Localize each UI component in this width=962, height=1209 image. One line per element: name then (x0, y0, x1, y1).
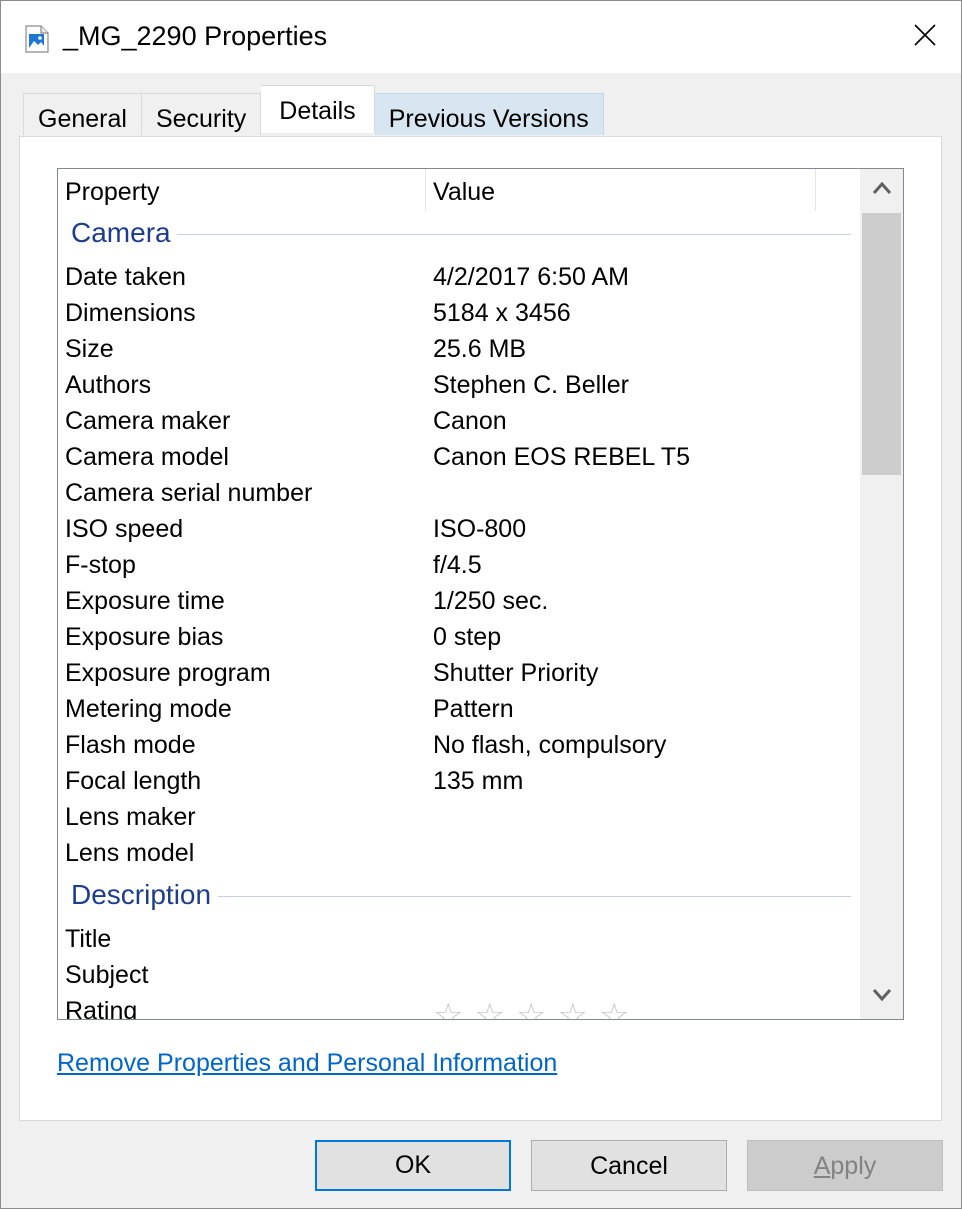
property-name: F-stop (65, 551, 136, 579)
scroll-down-button[interactable] (860, 976, 903, 1019)
group-header-description[interactable]: Description (58, 875, 861, 921)
tab-details[interactable]: Details (261, 85, 375, 133)
property-value: 0 step (433, 623, 502, 651)
tab-security[interactable]: Security (141, 93, 262, 135)
property-value: ISO-800 (433, 515, 527, 543)
close-icon (914, 23, 936, 51)
table-row[interactable]: ISO speed ISO-800 (58, 511, 861, 547)
property-name: Subject (65, 961, 149, 989)
property-name: ISO speed (65, 515, 184, 543)
group-title: Camera (71, 217, 177, 249)
property-name: Camera model (65, 443, 229, 471)
star-icon[interactable]: ☆ (516, 999, 546, 1019)
property-name: Authors (65, 371, 152, 399)
table-row[interactable]: Camera maker Canon (58, 403, 861, 439)
property-value: f/4.5 (433, 551, 482, 579)
window-title: _MG_2290 Properties (63, 21, 328, 51)
table-row[interactable]: Title (58, 921, 861, 957)
table-row[interactable]: Dimensions 5184 x 3456 (58, 295, 861, 331)
property-name: Focal length (65, 767, 202, 795)
star-icon[interactable]: ☆ (599, 999, 629, 1019)
property-name: Rating (65, 997, 138, 1020)
property-value: Canon (433, 407, 507, 435)
title-bar[interactable]: _MG_2290 Properties (1, 1, 961, 73)
table-row[interactable]: Camera model Canon EOS REBEL T5 (58, 439, 861, 475)
table-row[interactable]: Exposure time 1/250 sec. (58, 583, 861, 619)
tab-previous-versions[interactable]: Previous Versions (374, 93, 604, 135)
apply-button[interactable]: Apply (747, 1140, 943, 1191)
properties-dialog: _MG_2290 Properties General Security Det… (0, 0, 962, 1209)
image-file-icon (25, 25, 49, 53)
property-name: Size (65, 335, 114, 363)
property-list[interactable]: Property Value Camera Date taken 4/2/2017… (57, 168, 904, 1020)
table-row[interactable]: Focal length 135 mm (58, 763, 861, 799)
chevron-up-icon (872, 181, 892, 200)
table-row[interactable]: Metering mode Pattern (58, 691, 861, 727)
close-button[interactable] (889, 1, 961, 73)
scroll-thumb[interactable] (862, 213, 901, 475)
property-name: Exposure bias (65, 623, 224, 651)
table-row[interactable]: Size 25.6 MB (58, 331, 861, 367)
group-divider (168, 234, 851, 235)
ok-button[interactable]: OK (315, 1140, 511, 1191)
rating-stars[interactable]: ☆ ☆ ☆ ☆ ☆ (433, 999, 629, 1019)
column-header-value[interactable]: Value (426, 169, 816, 211)
group-header-camera[interactable]: Camera (58, 213, 861, 259)
cancel-button[interactable]: Cancel (531, 1140, 727, 1191)
property-name: Exposure program (65, 659, 271, 687)
tab-general[interactable]: General (23, 93, 142, 135)
table-row[interactable]: Subject (58, 957, 861, 993)
star-icon[interactable]: ☆ (474, 999, 504, 1019)
group-title: Description (71, 879, 218, 911)
scroll-up-button[interactable] (860, 169, 903, 212)
table-row[interactable]: Exposure bias 0 step (58, 619, 861, 655)
table-row[interactable]: Authors Stephen C. Beller (58, 367, 861, 403)
property-value: Stephen C. Beller (433, 371, 629, 399)
property-value: Pattern (433, 695, 514, 723)
property-name: Flash mode (65, 731, 196, 759)
remove-properties-link[interactable]: Remove Properties and Personal Informati… (57, 1049, 557, 1078)
table-row[interactable]: F-stop f/4.5 (58, 547, 861, 583)
table-row[interactable]: Flash mode No flash, compulsory (58, 727, 861, 763)
details-panel: Property Value Camera Date taken 4/2/2017… (19, 136, 942, 1121)
table-row[interactable]: Exposure program Shutter Priority (58, 655, 861, 691)
table-row[interactable]: Lens model (58, 835, 861, 871)
property-value: No flash, compulsory (433, 731, 667, 759)
property-name: Lens model (65, 839, 195, 867)
tab-strip: General Security Details Previous Versio… (23, 85, 604, 137)
chevron-down-icon (872, 988, 892, 1007)
list-header: Property Value (58, 169, 861, 211)
list-rows: Camera Date taken 4/2/2017 6:50 AM Dimensi… (58, 213, 861, 1020)
table-row[interactable]: Date taken 4/2/2017 6:50 AM (58, 259, 861, 295)
star-icon[interactable]: ☆ (557, 999, 587, 1019)
property-name: Camera maker (65, 407, 231, 435)
property-name: Title (65, 925, 112, 953)
table-row[interactable]: Camera serial number (58, 475, 861, 511)
vertical-scrollbar[interactable] (860, 169, 903, 1019)
property-value: Canon EOS REBEL T5 (433, 443, 691, 471)
property-value: 5184 x 3456 (433, 299, 571, 327)
apply-accelerator: A (813, 1152, 831, 1180)
property-value: 25.6 MB (433, 335, 527, 363)
property-name: Exposure time (65, 587, 225, 615)
property-value: 4/2/2017 6:50 AM (433, 263, 629, 291)
apply-label: pply (830, 1152, 877, 1180)
property-name: Metering mode (65, 695, 232, 723)
property-name: Date taken (65, 263, 186, 291)
property-name: Dimensions (65, 299, 196, 327)
property-name: Camera serial number (65, 479, 313, 507)
property-value: 1/250 sec. (433, 587, 549, 615)
property-value: 135 mm (433, 767, 524, 795)
table-row[interactable]: Rating ☆ ☆ ☆ ☆ ☆ (58, 993, 861, 1020)
property-value: Shutter Priority (433, 659, 599, 687)
table-row[interactable]: Lens maker (58, 799, 861, 835)
group-divider (218, 896, 851, 897)
property-name: Lens maker (65, 803, 196, 831)
star-icon[interactable]: ☆ (433, 999, 463, 1019)
column-header-property[interactable]: Property (58, 169, 426, 211)
